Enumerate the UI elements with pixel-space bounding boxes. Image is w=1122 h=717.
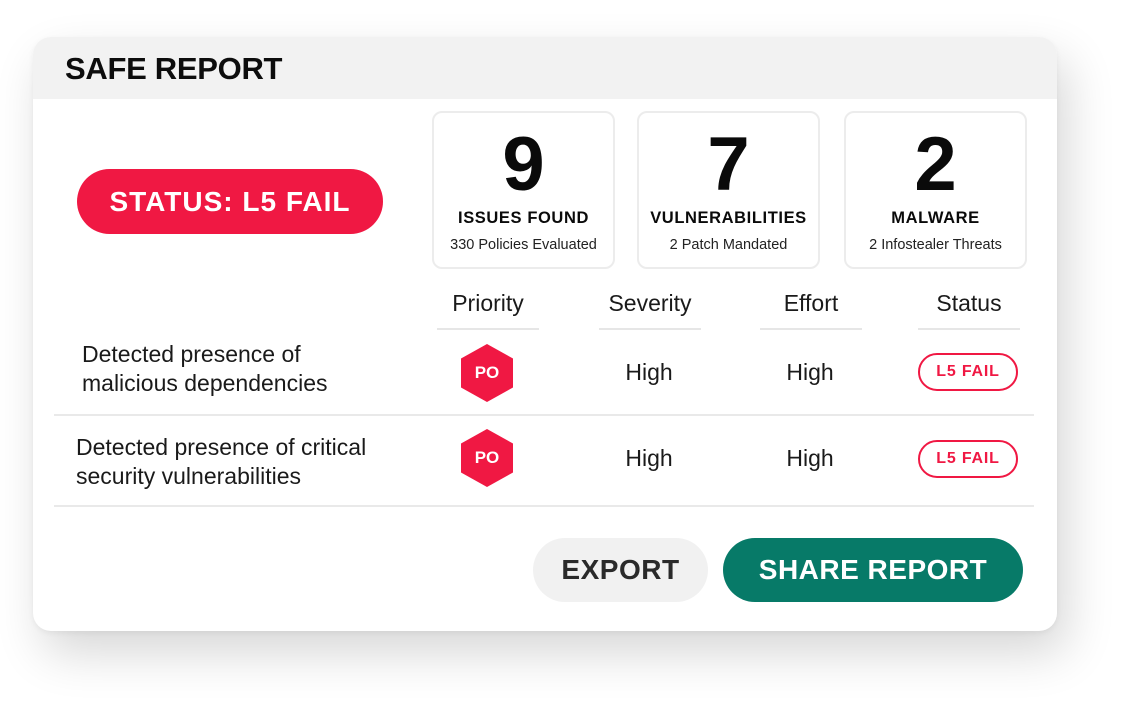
column-header-priority: Priority bbox=[437, 290, 539, 330]
stat-label: VULNERABILITIES bbox=[650, 209, 807, 227]
stat-vulnerabilities: 7 VULNERABILITIES 2 Patch Mandated bbox=[637, 111, 820, 269]
status-fail-badge: L5 FAIL bbox=[918, 353, 1018, 391]
stat-label: MALWARE bbox=[891, 209, 980, 227]
stat-value: 9 bbox=[502, 122, 545, 207]
row-description-line: Detected presence of critical bbox=[76, 434, 367, 460]
priority-hexagon-badge: PO bbox=[461, 344, 513, 402]
row-divider bbox=[54, 505, 1034, 507]
row-description-line: malicious dependencies bbox=[82, 370, 328, 396]
stat-value: 2 bbox=[914, 122, 957, 207]
stat-value: 7 bbox=[707, 122, 750, 207]
report-title: SAFE REPORT bbox=[65, 51, 283, 86]
column-header-effort: Effort bbox=[760, 290, 862, 330]
severity-value: High bbox=[625, 445, 673, 471]
row-description: Detected presence of critical security v… bbox=[76, 433, 366, 491]
stat-malware: 2 MALWARE 2 Infostealer Threats bbox=[844, 111, 1027, 269]
effort-value: High bbox=[786, 359, 834, 385]
stat-subtext: 330 Policies Evaluated bbox=[450, 237, 597, 253]
status-fail-badge: L5 FAIL bbox=[918, 440, 1018, 478]
effort-value: High bbox=[786, 445, 834, 471]
status-badge: STATUS: L5 FAIL bbox=[77, 169, 383, 234]
severity-value: High bbox=[625, 359, 673, 385]
export-button[interactable]: EXPORT bbox=[533, 538, 708, 602]
stat-label: ISSUES FOUND bbox=[458, 209, 589, 227]
stat-subtext: 2 Infostealer Threats bbox=[869, 237, 1002, 253]
stat-issues-found: 9 ISSUES FOUND 330 Policies Evaluated bbox=[432, 111, 615, 269]
row-description-line: security vulnerabilities bbox=[76, 463, 301, 489]
row-description-line: Detected presence of bbox=[82, 341, 301, 367]
row-divider bbox=[54, 414, 1034, 416]
row-description: Detected presence of malicious dependenc… bbox=[82, 340, 328, 398]
share-report-button[interactable]: SHARE REPORT bbox=[723, 538, 1023, 602]
column-header-status: Status bbox=[918, 290, 1020, 330]
stat-subtext: 2 Patch Mandated bbox=[669, 237, 788, 253]
priority-hexagon-badge: PO bbox=[461, 429, 513, 487]
safe-report-card: SAFE REPORT STATUS: L5 FAIL 9 ISSUES FOU… bbox=[33, 37, 1057, 631]
card-header: SAFE REPORT bbox=[33, 37, 1057, 99]
column-header-severity: Severity bbox=[599, 290, 701, 330]
